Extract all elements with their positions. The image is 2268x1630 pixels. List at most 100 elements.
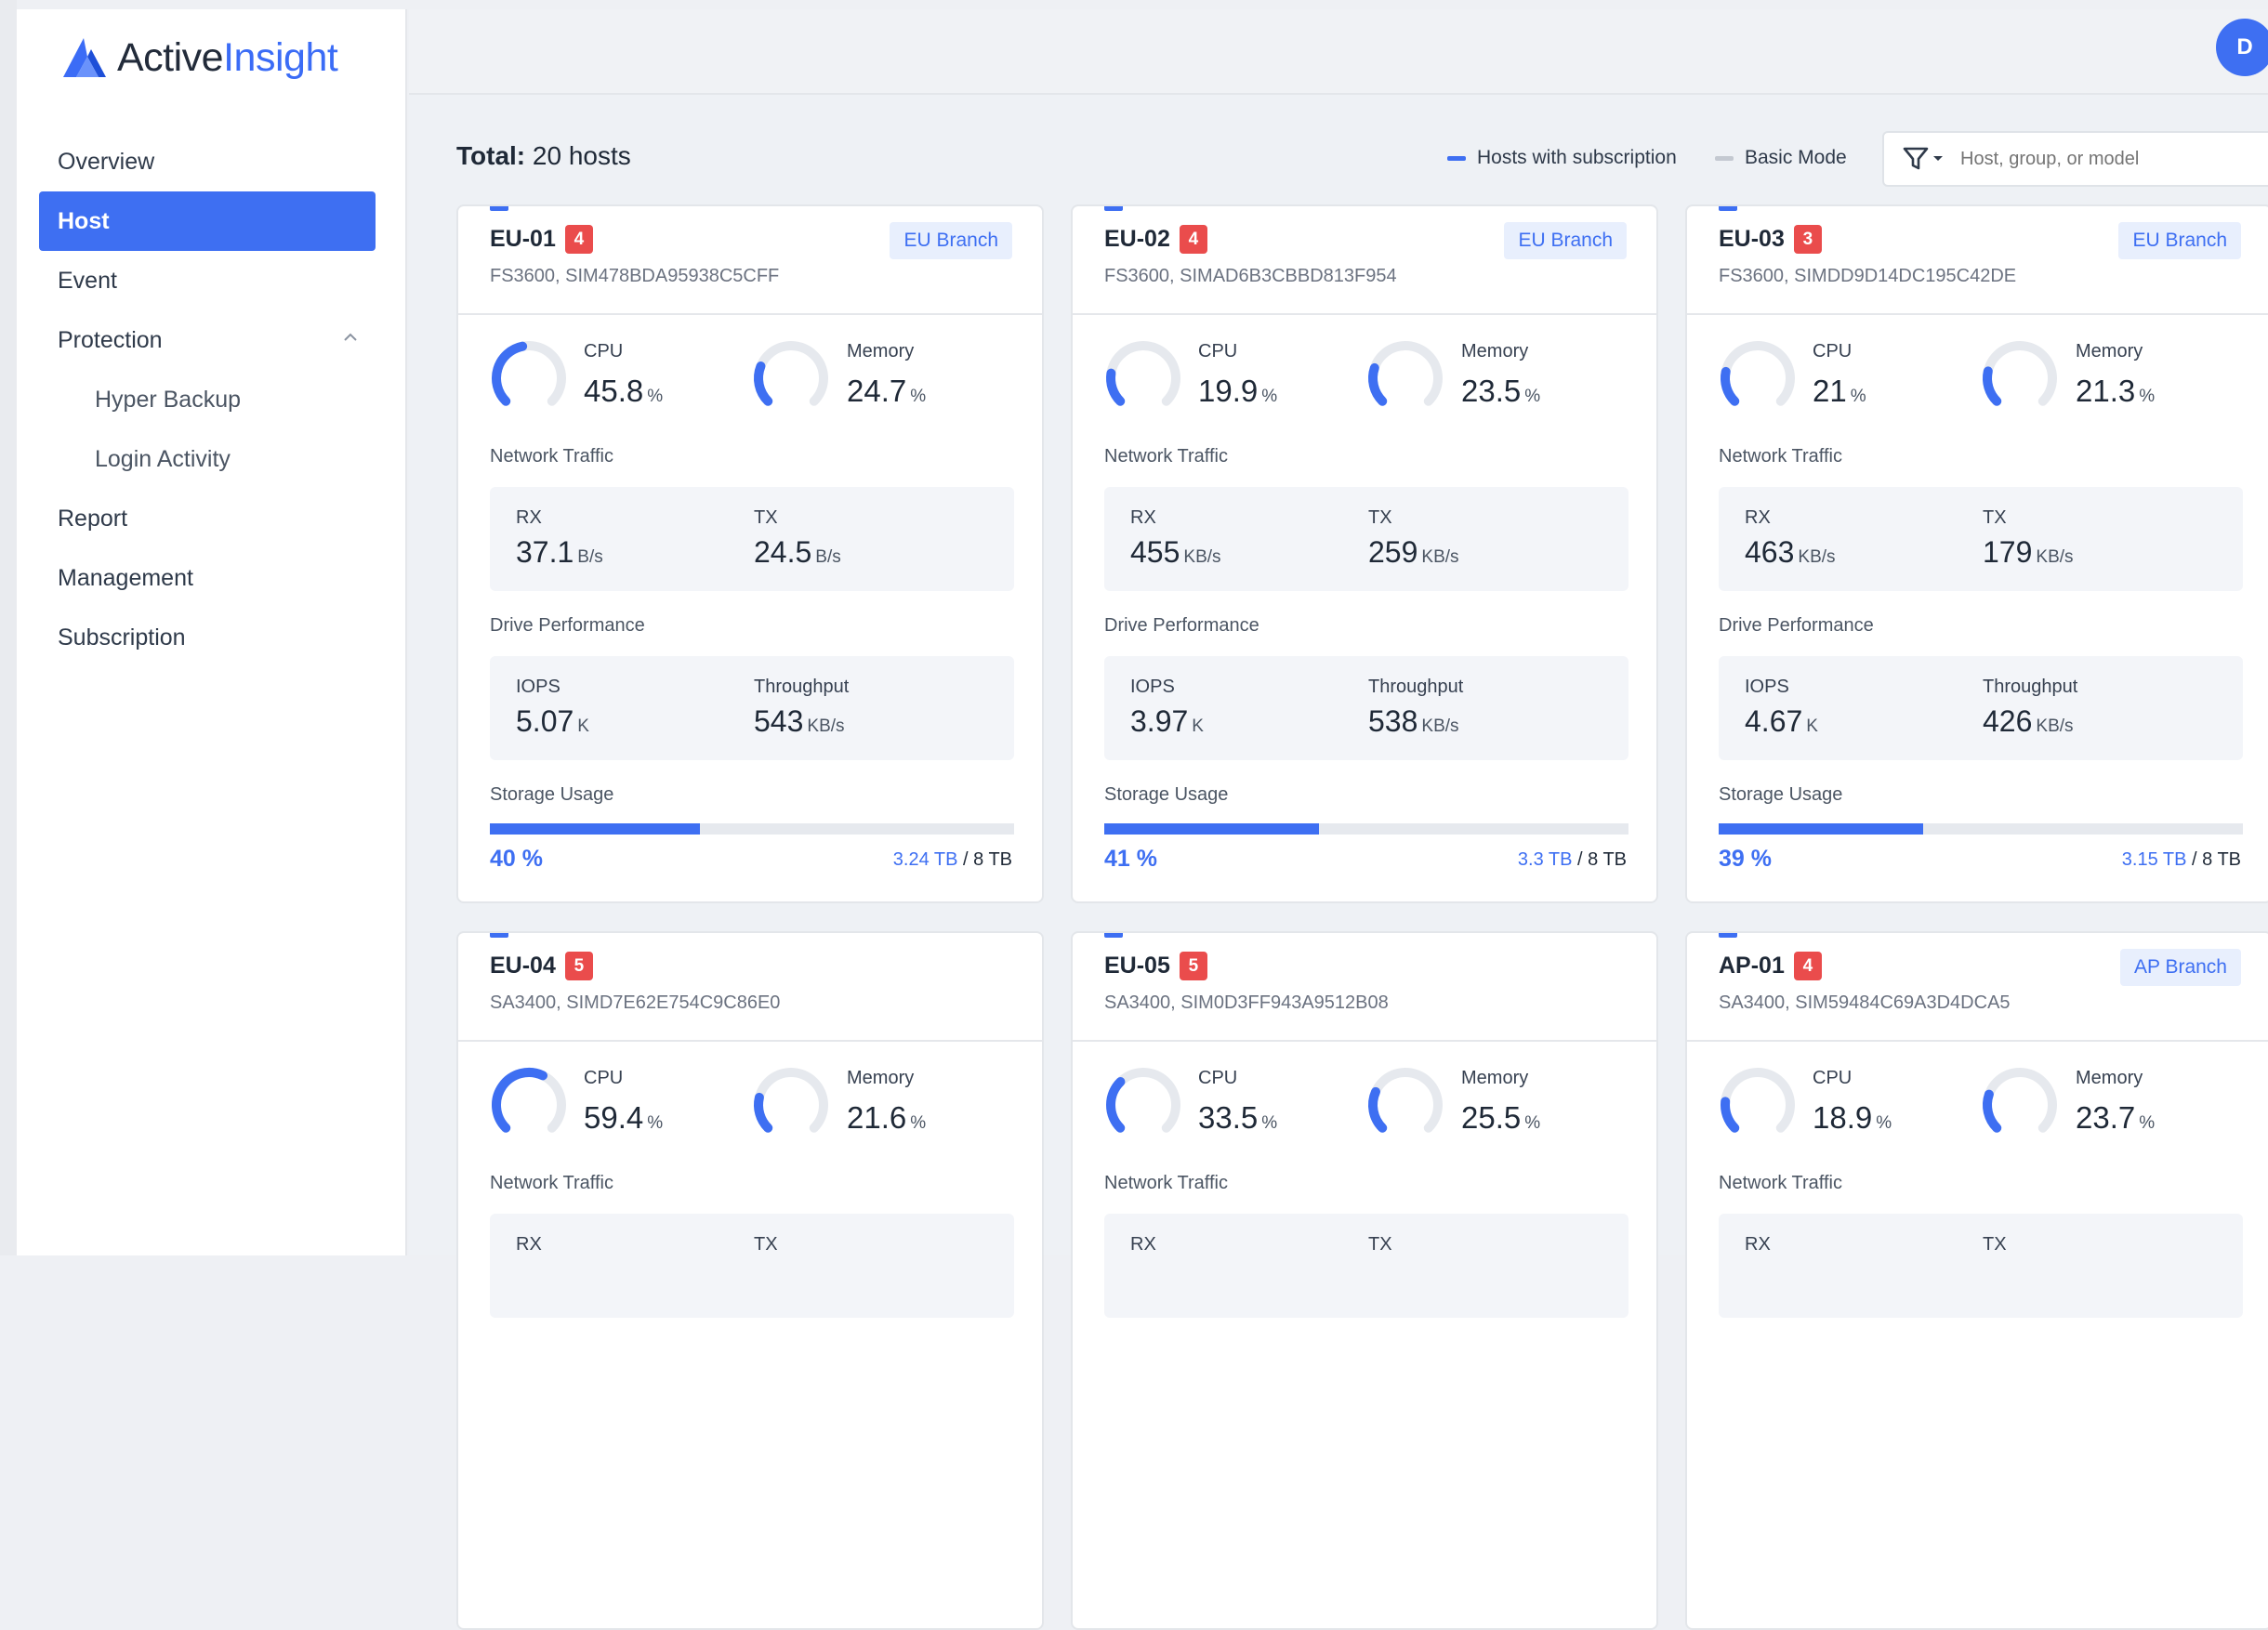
host-name[interactable]: EU-05 5	[1104, 952, 1207, 980]
rx-value-number: 37.1	[516, 535, 574, 569]
percent-unit: %	[1850, 387, 1866, 406]
host-card[interactable]: EU-02 4 EU Branch FS3600, SIMAD6B3CBBD813F9…	[1071, 204, 1658, 903]
rx-value: 463 KB/s	[1745, 535, 1836, 570]
host-name[interactable]: AP-01 4	[1719, 952, 1822, 980]
host-card[interactable]: EU-04 5 SA3400, SIMD7E62E754C9C86E0 CPU 59.4…	[456, 931, 1044, 1630]
storage-usage-fill	[1719, 823, 1923, 835]
storage-usage-bar	[1719, 823, 2243, 835]
memory-value: 23.5%	[1461, 374, 1540, 409]
iops-label: IOPS	[1745, 677, 1789, 697]
network-traffic-label: Network Traffic	[490, 446, 613, 467]
sidebar-item-label: Event	[58, 268, 117, 294]
host-name-text: EU-02	[1104, 226, 1170, 252]
tx-value: 259 KB/s	[1368, 535, 1459, 570]
memory-value-number: 24.7	[847, 374, 907, 408]
host-card[interactable]: EU-01 4 EU Branch FS3600, SIM478BDA95938C5C…	[456, 204, 1044, 903]
iops-label: IOPS	[516, 677, 560, 697]
host-model-serial: SA3400, SIM0D3FF943A9512B08	[1104, 992, 1389, 1013]
rx-label: RX	[516, 507, 542, 528]
cpu-gauge	[1106, 341, 1180, 406]
total-label: Total:	[456, 141, 526, 170]
memory-value: 23.7%	[2076, 1100, 2155, 1136]
throughput-value-number: 426	[1983, 704, 2033, 738]
sidebar-item-overview[interactable]: Overview	[39, 132, 376, 191]
sidebar-item-subscription[interactable]: Subscription	[39, 608, 376, 667]
filter-icon[interactable]	[1903, 146, 1945, 172]
sidebar-item-host[interactable]: Host	[39, 191, 376, 251]
sidebar-item-hyper-backup[interactable]: Hyper Backup	[39, 370, 376, 429]
cpu-value: 19.9%	[1198, 374, 1277, 409]
cpu-label: CPU	[584, 341, 624, 361]
memory-label: Memory	[1461, 341, 1529, 361]
subscription-swatch	[1447, 155, 1466, 161]
cpu-value-number: 18.9	[1813, 1100, 1873, 1135]
iops-label: IOPS	[1130, 677, 1175, 697]
cpu-value-number: 45.8	[584, 374, 644, 408]
host-name[interactable]: EU-02 4	[1104, 225, 1207, 254]
cpu-gauge	[492, 341, 566, 406]
memory-gauge	[1368, 341, 1443, 406]
sidebar-item-label: Host	[58, 208, 110, 234]
sidebar-item-label: Subscription	[58, 624, 186, 651]
network-traffic-label: Network Traffic	[1719, 1173, 1842, 1193]
storage-capacity: 3.24 TB / 8 TB	[893, 849, 1012, 871]
legend-subscription: Hosts with subscription	[1447, 147, 1677, 169]
logo-text-active: Active	[117, 34, 224, 80]
user-avatar[interactable]: D	[2216, 19, 2268, 76]
cpu-value: 18.9%	[1813, 1100, 1892, 1136]
host-model-serial: FS3600, SIM478BDA95938C5CFF	[490, 266, 780, 286]
top-bar	[409, 9, 2268, 95]
sidebar-item-report[interactable]: Report	[39, 489, 376, 548]
app-logo[interactable]: ActiveInsight	[59, 30, 338, 85]
cpu-label: CPU	[1813, 341, 1853, 361]
logo-icon	[63, 38, 106, 77]
rx-label: RX	[1130, 1234, 1156, 1255]
tx-value-number: 179	[1983, 535, 2033, 569]
cpu-value: 33.5%	[1198, 1100, 1277, 1136]
memory-gauge	[1983, 1068, 2057, 1133]
total-hosts: Total: 20 hosts	[456, 141, 631, 171]
storage-capacity: 3.15 TB / 8 TB	[2122, 849, 2241, 871]
cpu-value: 21%	[1813, 374, 1866, 409]
storage-used: 3.3 TB	[1517, 849, 1573, 870]
tx-value: 24.5 B/s	[754, 535, 841, 570]
chevron-up-icon[interactable]	[344, 331, 357, 344]
network-traffic-panel: RX TX	[490, 1214, 1014, 1318]
alert-count-badge: 4	[1793, 952, 1822, 980]
storage-usage-label: Storage Usage	[1104, 784, 1229, 805]
sidebar-item-label: Login Activity	[95, 446, 231, 472]
network-traffic-panel: RX TX	[1719, 1214, 2243, 1318]
storage-usage-label: Storage Usage	[1719, 784, 1843, 805]
host-name[interactable]: EU-03 3	[1719, 225, 1822, 254]
sidebar-item-management[interactable]: Management	[39, 548, 376, 608]
sidebar-item-protection[interactable]: Protection	[39, 310, 376, 370]
branch-tag: EU Branch	[2118, 222, 2241, 259]
cpu-gauge	[1721, 1068, 1795, 1133]
sidebar-item-login-activity[interactable]: Login Activity	[39, 429, 376, 489]
host-card-header: EU-01 4 EU Branch FS3600, SIM478BDA95938C5C…	[458, 206, 1042, 315]
memory-value: 21.6%	[847, 1100, 926, 1136]
rx-label: RX	[1745, 507, 1771, 528]
host-card[interactable]: EU-05 5 SA3400, SIM0D3FF943A9512B08 CPU 33.5…	[1071, 931, 1658, 1630]
tx-label: TX	[1983, 507, 2007, 528]
storage-usage-percent: 40 %	[490, 846, 543, 872]
percent-unit: %	[910, 387, 927, 406]
logo-text-insight: Insight	[223, 34, 338, 80]
sidebar-item-event[interactable]: Event	[39, 251, 376, 310]
rx-label: RX	[1745, 1234, 1771, 1255]
storage-total: / 8 TB	[2186, 849, 2241, 870]
cpu-gauge	[492, 1068, 566, 1133]
host-name-text: EU-05	[1104, 953, 1170, 979]
drive-performance-label: Drive Performance	[1104, 615, 1259, 636]
host-card[interactable]: EU-03 3 EU Branch FS3600, SIMDD9D14DC195C42…	[1685, 204, 2268, 903]
memory-gauge	[1983, 341, 2057, 406]
storage-usage-fill	[490, 823, 700, 835]
host-card[interactable]: AP-01 4 AP Branch SA3400, SIM59484C69A3D4DC…	[1685, 931, 2268, 1630]
network-traffic-label: Network Traffic	[1719, 446, 1842, 467]
filter-search-input[interactable]	[1958, 147, 2241, 171]
throughput-label: Throughput	[754, 677, 850, 697]
host-name[interactable]: EU-01 4	[490, 225, 593, 254]
percent-unit: %	[647, 387, 664, 406]
host-name[interactable]: EU-04 5	[490, 952, 593, 980]
percent-unit: %	[1876, 1113, 1892, 1133]
